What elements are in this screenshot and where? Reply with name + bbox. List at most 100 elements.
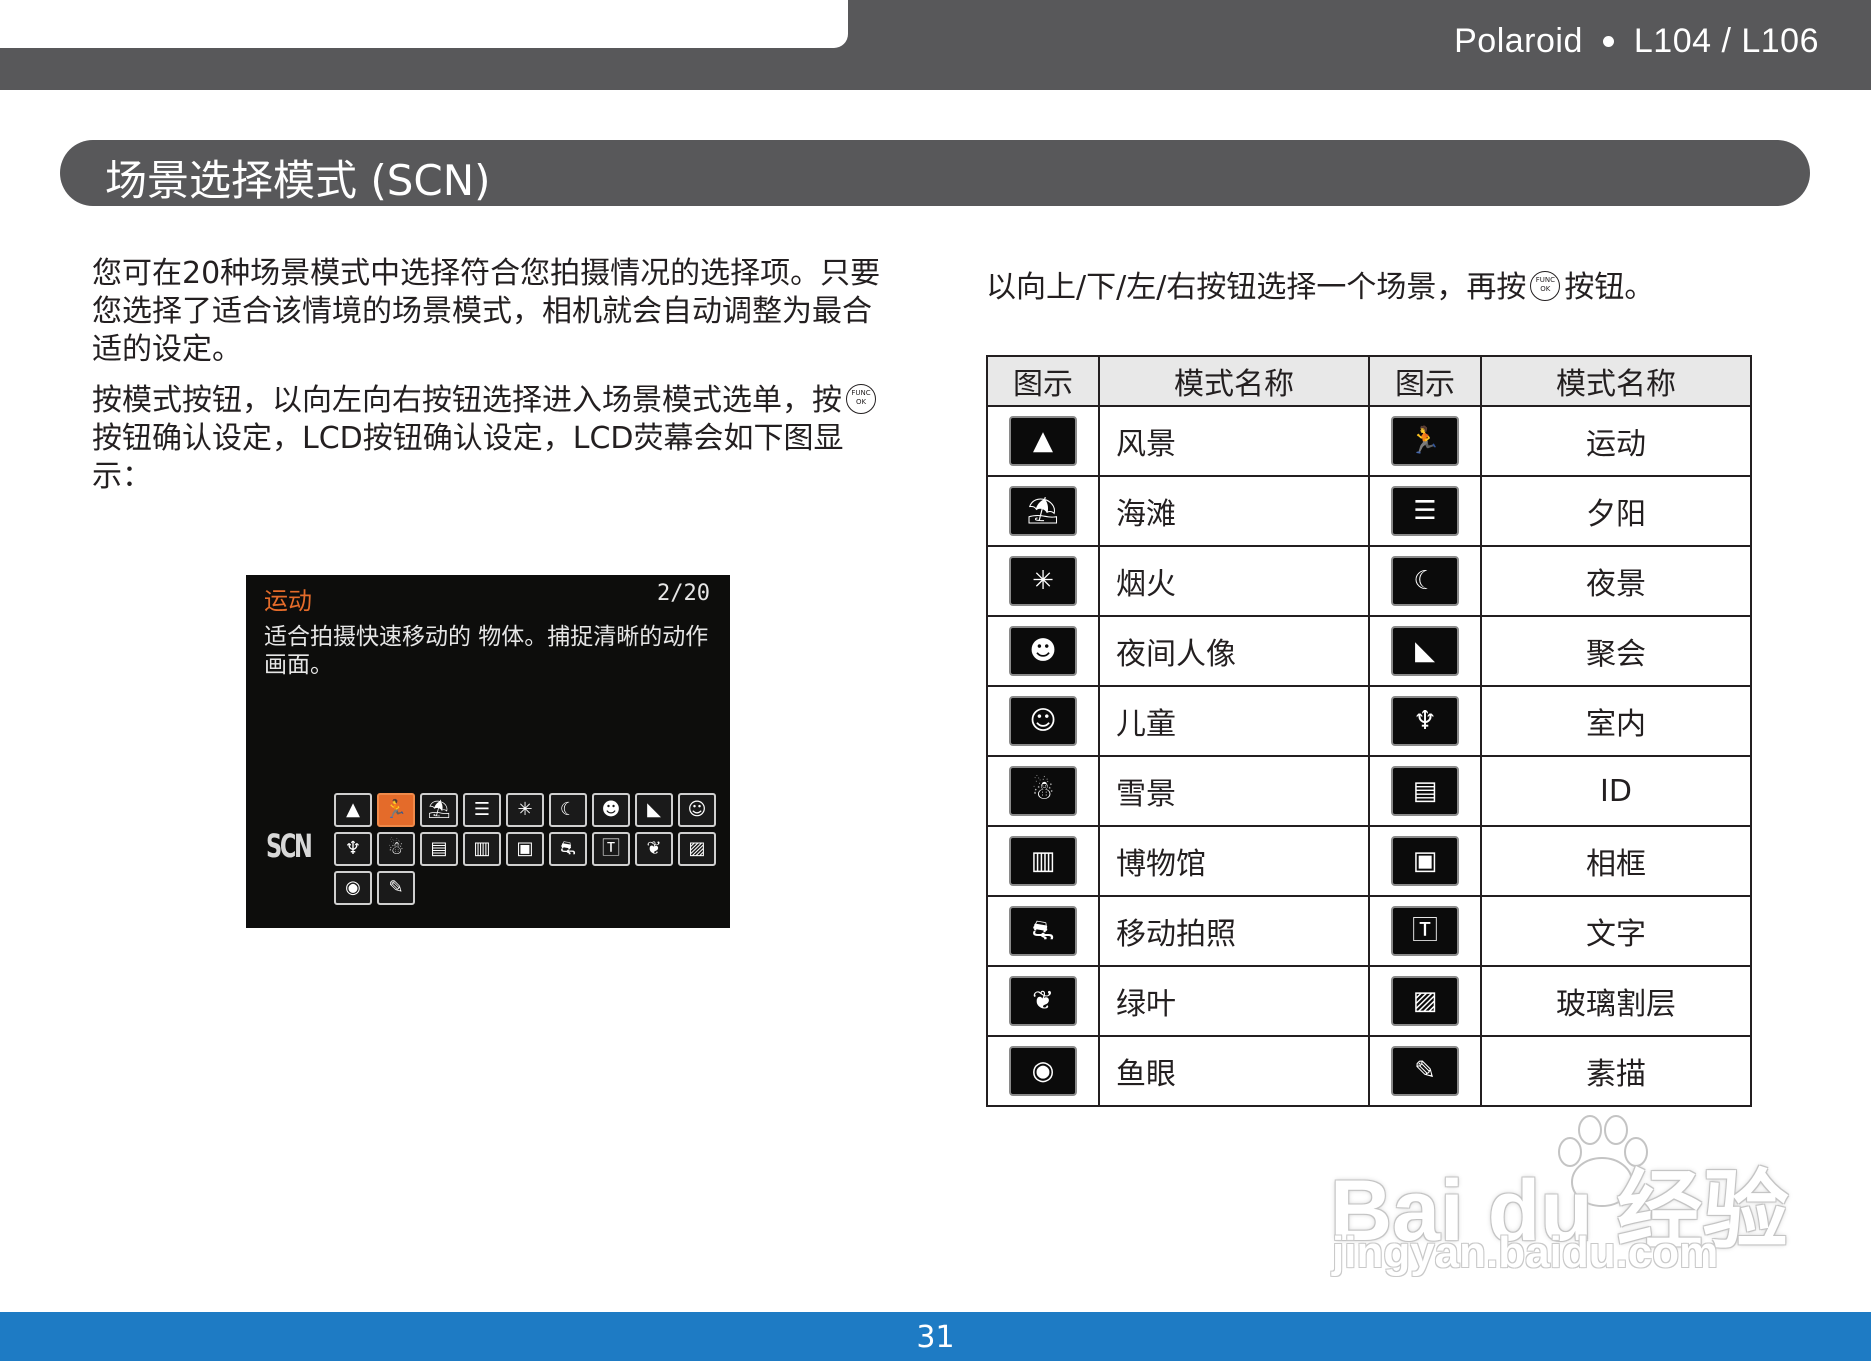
icon-cell: ◉ xyxy=(986,1035,1100,1107)
icon-glyph: ◣ xyxy=(1415,636,1435,666)
foliage-icon: ❦ xyxy=(1009,976,1077,1026)
lcd-text-icon: 🅃 xyxy=(592,832,630,866)
table-row: ▥ 博物馆 ▣ 相框 xyxy=(986,825,1752,897)
icon-cell: ◣ xyxy=(1368,615,1482,687)
sport-icon: 🏃 xyxy=(1391,416,1459,466)
icon-glyph: ⛐ xyxy=(1031,916,1055,946)
mode-name-cell: 夕阳 xyxy=(1480,475,1752,547)
lcd-icon-glyph: ▤ xyxy=(430,838,448,859)
icon-glyph: ⛱ xyxy=(1026,496,1060,526)
table-row: ❦ 绿叶 ▨ 玻璃割层 xyxy=(986,965,1752,1037)
icon-cell: ☺ xyxy=(986,685,1100,757)
icon-cell: ▲ xyxy=(986,405,1100,477)
lcd-kids-icon: ☺ xyxy=(678,793,716,827)
baidu-watermark: Bai du 经验 jingyan.baidu.com xyxy=(1330,1100,1789,1290)
id-icon: ▤ xyxy=(1391,766,1459,816)
mode-name-cell: 夜景 xyxy=(1480,545,1752,617)
table-row: ☃ 雪景 ▤ ID xyxy=(986,755,1752,827)
func-ok-button-icon xyxy=(846,384,876,414)
mode-name-cell: 绿叶 xyxy=(1098,965,1370,1037)
lcd-icon-glyph: ☰ xyxy=(473,799,491,820)
separator-dot-icon xyxy=(1602,36,1614,47)
lcd-icon-glyph: ♆ xyxy=(344,838,362,859)
icon-cell: ▥ xyxy=(986,825,1100,897)
lcd-icon-glyph: ▨ xyxy=(688,838,706,859)
bottom-footer-bar: 31 xyxy=(0,1312,1871,1361)
icon-glyph: ☻ xyxy=(1029,636,1057,666)
mode-name-cell: 鱼眼 xyxy=(1098,1035,1370,1107)
text-icon: 🅃 xyxy=(1391,906,1459,956)
icon-cell: ❦ xyxy=(986,965,1100,1037)
lcd-scn-label: SCN xyxy=(266,827,313,865)
lcd-icon-glyph: ☺ xyxy=(687,799,707,820)
icon-glyph: ▤ xyxy=(1412,776,1438,806)
header-icon-col-1: 图示 xyxy=(986,355,1100,407)
night-scene-icon: ☾ xyxy=(1391,556,1459,606)
lcd-landscape-icon: ▲ xyxy=(334,793,372,827)
mode-name-cell: 运动 xyxy=(1480,405,1752,477)
table-row: ✳ 烟火 ☾ 夜景 xyxy=(986,545,1752,617)
icon-cell: ☰ xyxy=(1368,475,1482,547)
mode-name-cell: 移动拍照 xyxy=(1098,895,1370,967)
watermark-url: jingyan.baidu.com xyxy=(1332,1228,1719,1277)
table-row: ⛐ 移动拍照 🅃 文字 xyxy=(986,895,1752,967)
lcd-icon-glyph: ❦ xyxy=(646,838,662,859)
icon-glyph: ☾ xyxy=(1413,566,1437,596)
lcd-sport-icon: 🏃 xyxy=(377,793,415,827)
lcd-night-portrait-icon: ☻ xyxy=(592,793,630,827)
table-row: ⛱ 海滩 ☰ 夕阳 xyxy=(986,475,1752,547)
party-icon: ◣ xyxy=(1391,626,1459,676)
mode-name-cell: 玻璃割层 xyxy=(1480,965,1752,1037)
intro-paragraph: 您可在20种场景模式中选择符合您拍摄情况的选择项。只要您选择了适合该情境的场景模… xyxy=(92,256,881,367)
lcd-beach-icon: ⛱ xyxy=(420,793,458,827)
icon-glyph: ♆ xyxy=(1413,706,1437,736)
museum-icon: ▥ xyxy=(1009,836,1077,886)
lcd-icon-glyph: ▥ xyxy=(473,838,491,859)
icon-cell: 🅃 xyxy=(1368,895,1482,967)
header-icon-col-2: 图示 xyxy=(1368,355,1482,407)
mode-name-cell: 素描 xyxy=(1480,1035,1752,1107)
lcd-icon-glyph: ⛱ xyxy=(427,799,451,820)
lcd-party-icon: ◣ xyxy=(635,793,673,827)
page-number: 31 xyxy=(916,1320,955,1355)
mode-name-cell: 风景 xyxy=(1098,405,1370,477)
section-title: 场景选择模式 (SCN) xyxy=(105,156,491,205)
mode-name-cell: 室内 xyxy=(1480,685,1752,757)
lcd-fisheye-icon: ◉ xyxy=(334,871,372,905)
lcd-icon-glyph: ◣ xyxy=(647,799,661,820)
mode-name-cell: 博物馆 xyxy=(1098,825,1370,897)
fisheye-icon: ◉ xyxy=(1009,1046,1077,1096)
lcd-snow-icon: ☃ xyxy=(377,832,415,866)
table-row: ☻ 夜间人像 ◣ 聚会 xyxy=(986,615,1752,687)
lcd-panning-icon: ⛐ xyxy=(549,832,587,866)
icon-glyph: ✳ xyxy=(1032,566,1054,596)
lcd-sketch-icon: ✎ xyxy=(377,871,415,905)
mode-name-cell: 相框 xyxy=(1480,825,1752,897)
mode-name-cell: 夜间人像 xyxy=(1098,615,1370,687)
sketch-icon: ✎ xyxy=(1391,1046,1459,1096)
lcd-icon-glyph: ◉ xyxy=(345,877,361,898)
panning-icon: ⛐ xyxy=(1009,906,1077,956)
model-name: L104 / L106 xyxy=(1633,22,1819,60)
lcd-foliage-icon: ❦ xyxy=(635,832,673,866)
icon-glyph: ▥ xyxy=(1030,846,1056,876)
fireworks-icon: ✳ xyxy=(1009,556,1077,606)
table-row: ☺ 儿童 ♆ 室内 xyxy=(986,685,1752,757)
mode-name-cell: ID xyxy=(1480,755,1752,827)
instruction-text-part2: 按钮确认设定，LCD按钮确认设定，LCD荧幕会如下图显示： xyxy=(92,421,844,494)
lcd-icon-glyph: ☾ xyxy=(559,799,577,820)
lcd-icon-glyph: ⛐ xyxy=(560,838,576,859)
icon-cell: ▨ xyxy=(1368,965,1482,1037)
icon-glyph: ▨ xyxy=(1412,986,1438,1016)
mode-name-cell: 儿童 xyxy=(1098,685,1370,757)
table-row: ▲ 风景 🏃 运动 xyxy=(986,405,1752,477)
lcd-icon-glyph: ✳ xyxy=(517,799,533,820)
lcd-icon-glyph: ☃ xyxy=(387,838,405,859)
mode-name-cell: 聚会 xyxy=(1480,615,1752,687)
mode-name-cell: 文字 xyxy=(1480,895,1752,967)
icon-cell: ♆ xyxy=(1368,685,1482,757)
lcd-icon-glyph: ☻ xyxy=(601,799,621,820)
lcd-sunset-icon: ☰ xyxy=(463,793,501,827)
lcd-page-indicator: 2/20 xyxy=(657,581,710,606)
icon-cell: ✎ xyxy=(1368,1035,1482,1107)
